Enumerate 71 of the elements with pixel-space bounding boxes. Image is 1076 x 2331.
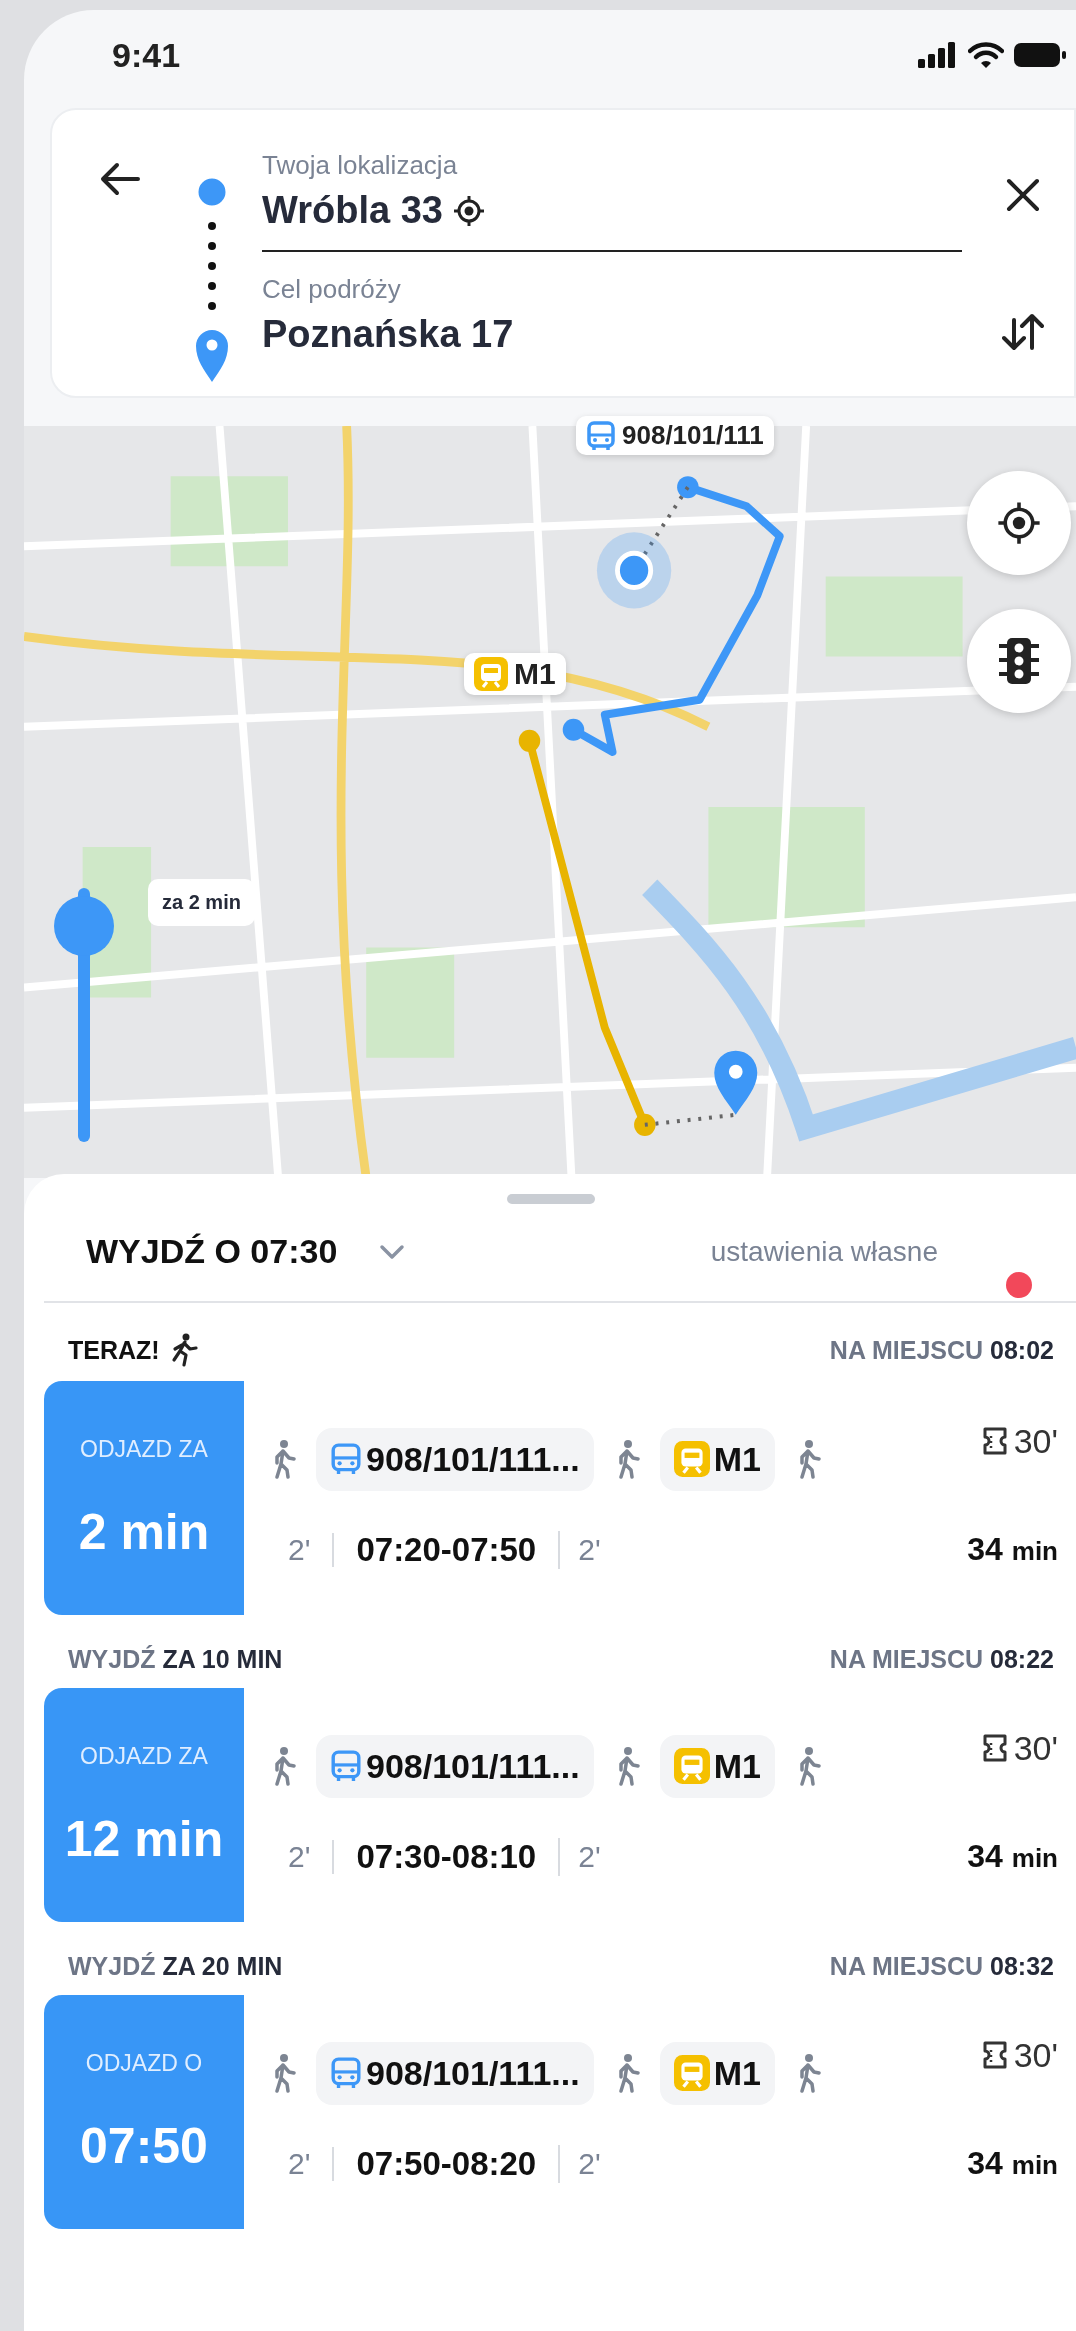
ride-time-range: 07:30-08:10 — [334, 1837, 561, 1876]
departure-value: 07:50 — [80, 2116, 208, 2175]
metro-icon — [673, 1748, 710, 1784]
walk-time: 2' — [270, 1532, 335, 1567]
metro-line-chip: M1 — [659, 1734, 775, 1798]
swap-icon[interactable] — [1002, 312, 1044, 352]
locate-icon — [452, 194, 485, 227]
arrival-time: NA MIEJSCU 08:32 — [829, 1952, 1054, 1981]
close-icon[interactable] — [1006, 178, 1040, 212]
departure-label: ODJAZD ZA — [80, 1435, 208, 1463]
walk-time: 2' — [270, 2146, 335, 2181]
trip-heading: TERAZ! — [68, 1335, 160, 1365]
status-time: 9:41 — [112, 35, 181, 75]
metro-line-chip: M1 — [659, 1427, 775, 1491]
ticket-icon — [981, 1426, 1008, 1456]
ticket-time: 30' — [1013, 2035, 1058, 2075]
bus-icon — [330, 2056, 362, 2090]
wifi-icon — [968, 41, 1004, 69]
ride-time-range: 07:50-08:20 — [334, 2144, 561, 2183]
traffic-light-icon — [997, 636, 1041, 686]
notification-dot — [1006, 1272, 1032, 1298]
metro-route-label: M1 — [464, 653, 566, 695]
trip-card[interactable]: ODJAZD ZA 2 min 908/101/111... M1 30' 2' 07:20-07:50 2' 34 min — [44, 1381, 1058, 1615]
trip-duration: 34 min — [967, 2145, 1058, 2182]
arrival-time: NA MIEJSCU 08:22 — [829, 1645, 1054, 1674]
bus-icon — [330, 1749, 362, 1783]
trip-card[interactable]: ODJAZD O 07:50 908/101/111... M1 30' 2' 07:50-08:20 2' 34 min — [44, 1995, 1058, 2229]
arrival-time: NA MIEJSCU 08:02 — [829, 1335, 1054, 1365]
bus-lines-chip: 908/101/111... — [316, 1427, 594, 1491]
ticket-time: 30' — [1013, 1728, 1058, 1768]
sheet-handle[interactable] — [507, 1194, 595, 1204]
destination-pin-icon — [714, 1050, 758, 1115]
metro-icon — [673, 2055, 710, 2091]
departure-value: 12 min — [64, 1809, 224, 1868]
bus-icon — [330, 1442, 362, 1476]
trip-duration: 34 min — [967, 1838, 1058, 1875]
departure-value: 2 min — [78, 1502, 210, 1561]
trip-heading: WYJDŹ ZA 20 MIN — [68, 1952, 283, 1981]
slider-tooltip: za 2 min — [148, 879, 255, 927]
destination-label: Cel podróży — [262, 274, 402, 305]
destination-field[interactable]: Poznańska 17 — [262, 313, 962, 356]
walk-time: 2' — [577, 1532, 602, 1567]
bus-route-label: 908/101/111 — [576, 416, 774, 455]
ticket-icon — [981, 1733, 1008, 1763]
walk-time: 2' — [270, 1839, 335, 1874]
metro-icon — [673, 1441, 710, 1477]
signal-icon — [918, 42, 958, 68]
trip-card[interactable]: ODJAZD ZA 12 min 908/101/111... M1 30' 2' 07:30-08:10 2' 34 min — [44, 1688, 1058, 1922]
bus-lines-chip: 908/101/111... — [316, 1734, 594, 1798]
ride-time-range: 07:20-07:50 — [334, 1530, 561, 1569]
custom-settings-link[interactable]: ustawienia własne — [710, 1235, 938, 1268]
locate-icon — [997, 501, 1041, 545]
metro-icon — [474, 657, 508, 691]
chevron-down-icon — [379, 1243, 406, 1260]
metro-line-chip: M1 — [659, 2041, 775, 2105]
battery-icon — [1014, 43, 1066, 67]
trip-heading: WYJDŹ ZA 10 MIN — [68, 1645, 283, 1674]
departure-label: ODJAZD O — [85, 2049, 203, 2077]
origin-field[interactable]: Wróbla 33 — [262, 189, 443, 232]
departure-label: ODJAZD ZA — [80, 1742, 208, 1770]
trip-duration: 34 min — [967, 1531, 1058, 1568]
running-person-icon — [169, 1333, 198, 1367]
walk-time: 2' — [577, 2146, 602, 2181]
bus-lines-chip: 908/101/111... — [316, 2041, 594, 2105]
walk-time: 2' — [577, 1839, 602, 1874]
departure-time-dropdown[interactable]: WYJDŹ O 07:30 — [86, 1232, 406, 1271]
back-arrow-icon[interactable] — [100, 162, 140, 196]
origin-label: Twoja lokalizacja — [262, 150, 459, 181]
ticket-icon — [981, 2040, 1008, 2070]
ticket-time: 30' — [1013, 1421, 1058, 1461]
bus-icon — [586, 420, 616, 451]
